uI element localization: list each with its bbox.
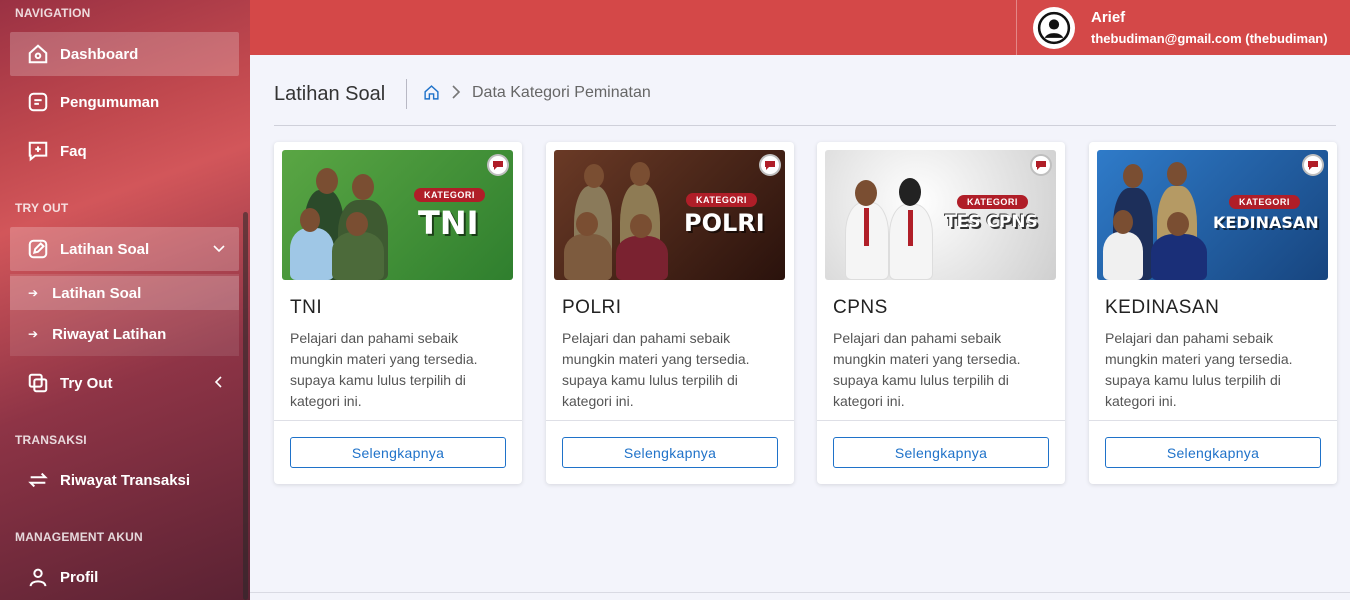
sidebar-item-dashboard[interactable]: Dashboard	[10, 32, 239, 76]
category-card-cpns: KATEGORI TES CPNS CPNS Pelajari dan paha…	[817, 142, 1065, 484]
card-divider	[546, 420, 794, 421]
footer-divider	[250, 592, 1350, 593]
sidebar-item-profil[interactable]: Profil	[10, 555, 239, 599]
section-title-tryout: TRY OUT	[15, 201, 69, 215]
selengkapnya-button[interactable]: Selengkapnya	[290, 437, 506, 468]
card-description: Pelajari dan pahami sebaik mungkin mater…	[1105, 330, 1293, 409]
breadcrumb-home-icon[interactable]	[423, 84, 440, 101]
user-name: Arief	[1091, 9, 1126, 26]
chevron-left-icon	[214, 376, 222, 388]
card-title: POLRI	[562, 297, 622, 318]
breadcrumb-divider	[406, 79, 407, 109]
card-banner-image: KATEGORI TNI	[282, 150, 513, 280]
category-card-polri: KATEGORI POLRI POLRI Pelajari dan pahami…	[546, 142, 794, 484]
copy-icon	[26, 371, 50, 395]
banner-text: POLRI	[684, 209, 765, 237]
sidebar-item-label: Riwayat Transaksi	[60, 471, 191, 489]
home-icon	[26, 42, 50, 66]
sidebar-item-latihan-soal[interactable]: Latihan Soal	[10, 227, 239, 271]
badge-icon	[759, 154, 781, 176]
chevron-right-icon	[452, 85, 461, 99]
card-description: Pelajari dan pahami sebaik mungkin mater…	[833, 330, 1021, 409]
card-divider	[1089, 420, 1337, 421]
card-description: Pelajari dan pahami sebaik mungkin mater…	[562, 330, 750, 409]
swap-icon	[26, 468, 50, 492]
card-title: TNI	[290, 297, 323, 318]
arrow-right-icon: ➔	[28, 327, 39, 341]
breadcrumb-current: Data Kategori Peminatan	[472, 84, 651, 101]
sidebar-item-label: Pengumuman	[60, 93, 160, 111]
card-banner-image: KATEGORI KEDINASAN	[1097, 150, 1328, 280]
banner-text: TES CPNS	[945, 212, 1038, 232]
sidebar-item-tryout[interactable]: Try Out	[10, 361, 239, 405]
card-title: CPNS	[833, 297, 888, 318]
section-title-navigation: NAVIGATION	[15, 6, 91, 20]
announcement-icon	[26, 90, 50, 114]
user-avatar-icon	[1037, 11, 1071, 44]
selengkapnya-button[interactable]: Selengkapnya	[833, 437, 1049, 468]
banner-text: KEDINASAN	[1213, 213, 1319, 232]
page-title: Latihan Soal	[274, 83, 386, 105]
selengkapnya-button[interactable]: Selengkapnya	[562, 437, 778, 468]
banner-tag: KATEGORI	[414, 188, 485, 202]
arrow-right-icon: ➔	[28, 286, 39, 300]
sidebar-item-label: Dashboard	[60, 45, 139, 63]
edit-icon	[26, 237, 50, 261]
divider	[274, 125, 1336, 126]
user-icon	[26, 565, 50, 589]
card-divider	[274, 420, 522, 421]
card-banner-image: KATEGORI TES CPNS	[825, 150, 1056, 280]
sidebar-item-label: Profil	[60, 568, 99, 586]
submenu-latihan-soal: ➔ Latihan Soal ➔ Riwayat Latihan	[10, 274, 239, 356]
submenu-item-riwayat-latihan[interactable]: ➔ Riwayat Latihan	[10, 317, 239, 351]
sidebar-item-riwayat-transaksi[interactable]: Riwayat Transaksi	[10, 458, 239, 502]
banner-tag: KATEGORI	[1229, 195, 1300, 209]
chevron-down-icon	[213, 245, 225, 253]
card-divider	[817, 420, 1065, 421]
category-card-kedinasan: KATEGORI KEDINASAN KEDINASAN Pelajari da…	[1089, 142, 1337, 484]
sidebar: NAVIGATION Dashboard Pengumuman Faq TRY …	[0, 0, 250, 600]
banner-tag: KATEGORI	[957, 195, 1028, 209]
submenu-item-latihan-soal[interactable]: ➔ Latihan Soal	[10, 276, 239, 310]
card-title: KEDINASAN	[1105, 297, 1220, 318]
sidebar-item-faq[interactable]: Faq	[10, 129, 239, 173]
sidebar-item-label: Faq	[60, 142, 87, 160]
faq-icon	[26, 139, 50, 163]
badge-icon	[1030, 154, 1052, 176]
sidebar-item-label: Try Out	[60, 374, 113, 392]
submenu-item-label: Latihan Soal	[52, 284, 142, 302]
card-banner-image: KATEGORI POLRI	[554, 150, 785, 280]
category-card-tni: KATEGORI TNI TNI Pelajari dan pahami seb…	[274, 142, 522, 484]
avatar	[1033, 6, 1075, 49]
submenu-item-label: Riwayat Latihan	[52, 325, 167, 343]
user-email: thebudiman@gmail.com (thebudiman)	[1091, 31, 1328, 46]
sidebar-item-pengumuman[interactable]: Pengumuman	[10, 80, 239, 124]
banner-tag: KATEGORI	[686, 193, 757, 207]
section-title-transaksi: TRANSAKSI	[15, 433, 87, 447]
user-menu[interactable]: Arief thebudiman@gmail.com (thebudiman)	[1016, 0, 1350, 55]
selengkapnya-button[interactable]: Selengkapnya	[1105, 437, 1321, 468]
top-header: Arief thebudiman@gmail.com (thebudiman)	[250, 0, 1350, 55]
banner-text: TNI	[418, 204, 479, 242]
badge-icon	[1302, 154, 1324, 176]
section-title-akun: MANAGEMENT AKUN	[15, 530, 143, 544]
badge-icon	[487, 154, 509, 176]
sidebar-item-label: Latihan Soal	[60, 240, 150, 258]
sidebar-scrollbar[interactable]	[243, 212, 248, 600]
card-description: Pelajari dan pahami sebaik mungkin mater…	[290, 330, 478, 409]
